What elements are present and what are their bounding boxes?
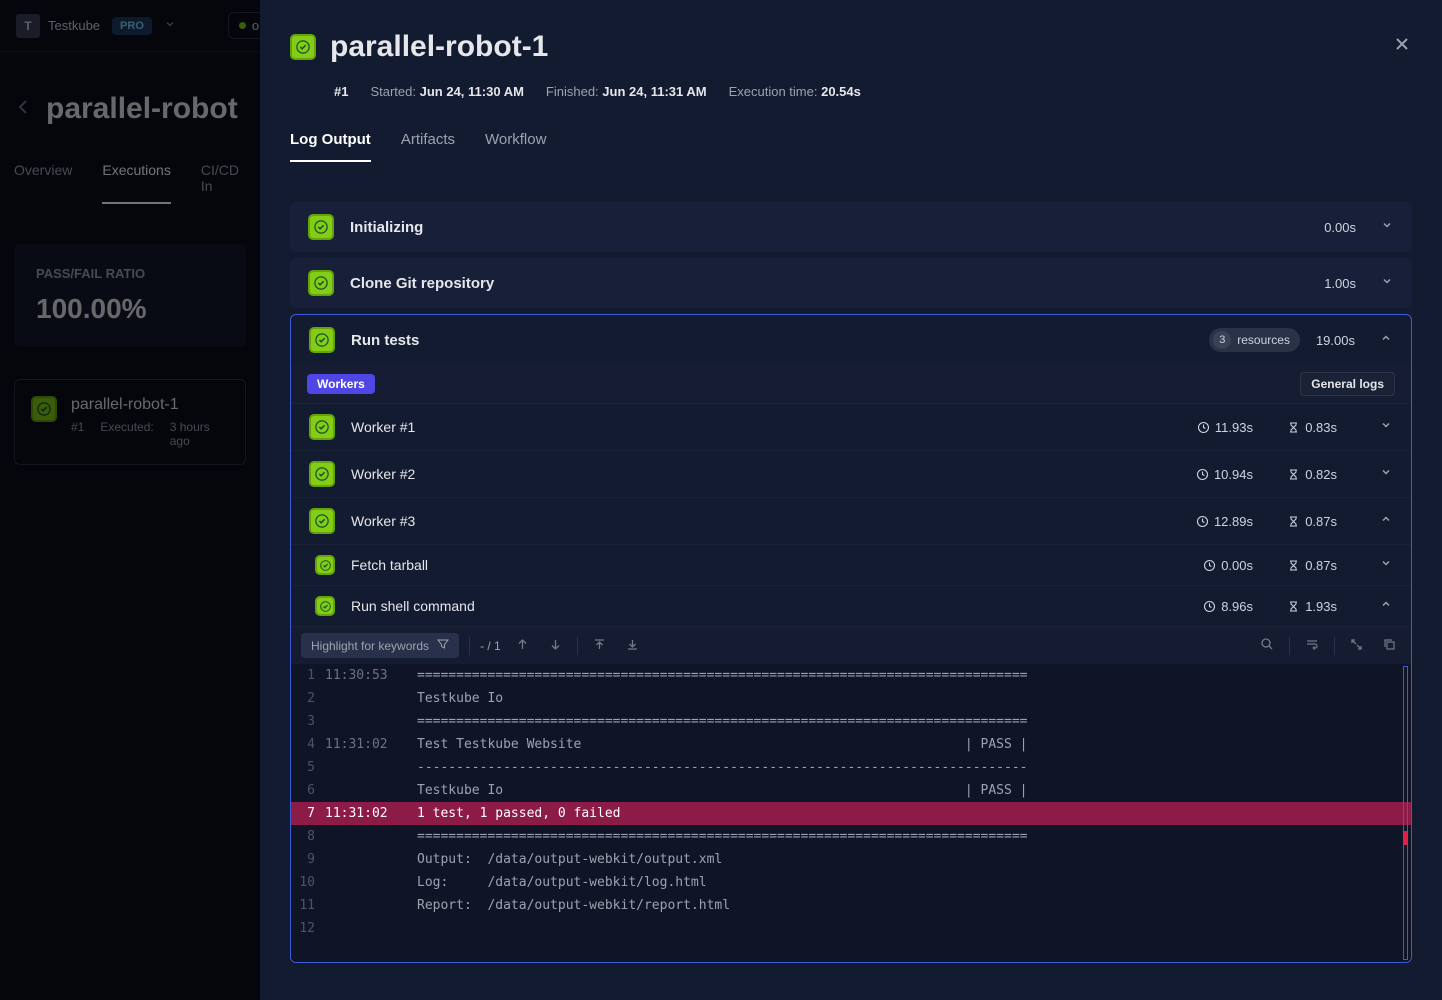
scroll-top-icon[interactable] <box>588 638 611 654</box>
run-time: 11.93s <box>1185 420 1253 435</box>
sub-step-row[interactable]: Fetch tarball 0.00s 0.87s <box>291 544 1411 585</box>
step-name: Clone Git repository <box>350 275 1308 292</box>
tab-log-output[interactable]: Log Output <box>290 131 371 162</box>
wait-time: 0.87s <box>1269 558 1337 573</box>
wait-time: 0.82s <box>1269 467 1337 482</box>
wait-time: 0.83s <box>1269 420 1337 435</box>
wrap-icon[interactable] <box>1300 637 1324 654</box>
success-icon <box>309 327 335 353</box>
worker-row[interactable]: Worker #2 10.94s 0.82s <box>291 450 1411 497</box>
expand-icon[interactable] <box>1345 638 1368 654</box>
execution-id: #1 <box>334 84 348 99</box>
chevron-up-icon <box>1379 331 1393 350</box>
resources-count: 3 <box>1213 331 1231 349</box>
started-label: Started: <box>370 84 416 99</box>
general-logs-pill[interactable]: General logs <box>1300 372 1395 396</box>
filter-icon <box>437 638 449 653</box>
sub-step-name: Fetch tarball <box>351 557 1169 573</box>
success-icon <box>290 34 316 60</box>
scroll-bottom-icon[interactable] <box>621 638 644 654</box>
arrow-down-icon[interactable] <box>544 638 567 654</box>
chevron-down-icon <box>1380 218 1394 237</box>
wait-time: 1.93s <box>1269 599 1337 614</box>
log-line: 8=======================================… <box>291 825 1411 848</box>
tab-artifacts[interactable]: Artifacts <box>401 131 455 162</box>
log-line: 6Testkube Io | PASS | <box>291 779 1411 802</box>
log-line: 411:31:02Test Testkube Website | PASS | <box>291 733 1411 756</box>
worker-row[interactable]: Worker #1 11.93s 0.83s <box>291 403 1411 450</box>
worker-name: Worker #3 <box>351 513 1169 529</box>
tab-workflow[interactable]: Workflow <box>485 131 546 162</box>
run-time: 12.89s <box>1185 514 1253 529</box>
panel-tabs: Log Output Artifacts Workflow <box>290 131 1412 162</box>
log-line: 5---------------------------------------… <box>291 756 1411 779</box>
highlight-placeholder: Highlight for keywords <box>311 639 429 653</box>
search-icon[interactable] <box>1255 637 1279 654</box>
log-line: 11Report: /data/output-webkit/report.htm… <box>291 894 1411 917</box>
highlight-input[interactable]: Highlight for keywords <box>301 633 459 658</box>
step-run-tests-expanded: Run tests 3 resources 19.00s Workers Gen… <box>290 314 1412 963</box>
finished-value: Jun 24, 11:31 AM <box>602 84 706 99</box>
success-icon <box>315 555 335 575</box>
success-icon <box>308 214 334 240</box>
step-name: Initializing <box>350 219 1308 236</box>
step-time: 19.00s <box>1316 333 1355 348</box>
success-icon <box>309 508 335 534</box>
started-value: Jun 24, 11:30 AM <box>420 84 524 99</box>
log-toolbar: Highlight for keywords - / 1 <box>291 626 1411 664</box>
log-line: 9Output: /data/output-webkit/output.xml <box>291 848 1411 871</box>
toggle-icon <box>1353 597 1393 616</box>
log-line: 2Testkube Io <box>291 687 1411 710</box>
success-icon <box>308 270 334 296</box>
log-line: 12 <box>291 917 1411 940</box>
step-initializing[interactable]: Initializing 0.00s <box>290 202 1412 252</box>
toggle-icon <box>1353 465 1393 484</box>
step-name: Run tests <box>351 332 1193 349</box>
exec-time-value: 20.54s <box>821 84 861 99</box>
close-icon[interactable] <box>1392 34 1412 60</box>
arrow-up-icon[interactable] <box>511 638 534 654</box>
step-clone[interactable]: Clone Git repository 1.00s <box>290 258 1412 308</box>
log-minimap[interactable] <box>1403 666 1408 960</box>
log-line: 111:30:53===============================… <box>291 664 1411 687</box>
success-icon <box>315 596 335 616</box>
copy-icon[interactable] <box>1378 638 1401 654</box>
success-icon <box>309 461 335 487</box>
toggle-icon <box>1353 556 1393 575</box>
exec-time-label: Execution time: <box>729 84 818 99</box>
resources-label: resources <box>1237 333 1290 347</box>
workers-bar: Workers General logs <box>291 365 1411 403</box>
log-view: 111:30:53===============================… <box>291 664 1411 962</box>
worker-name: Worker #2 <box>351 466 1169 482</box>
run-time: 10.94s <box>1185 467 1253 482</box>
run-time: 0.00s <box>1185 558 1253 573</box>
worker-name: Worker #1 <box>351 419 1169 435</box>
workers-pill[interactable]: Workers <box>307 374 375 394</box>
success-icon <box>309 414 335 440</box>
wait-time: 0.87s <box>1269 514 1337 529</box>
chevron-down-icon <box>1380 274 1394 293</box>
log-line: 711:31:021 test, 1 passed, 0 failed <box>291 802 1411 825</box>
run-time: 8.96s <box>1185 599 1253 614</box>
toggle-icon <box>1353 512 1393 531</box>
step-time: 1.00s <box>1324 276 1356 291</box>
panel-title: parallel-robot-1 <box>330 30 548 64</box>
finished-label: Finished: <box>546 84 599 99</box>
toggle-icon <box>1353 418 1393 437</box>
execution-panel: parallel-robot-1 #1 Started: Jun 24, 11:… <box>260 0 1442 1000</box>
step-run-tests-header[interactable]: Run tests 3 resources 19.00s <box>291 315 1411 365</box>
step-time: 0.00s <box>1324 220 1356 235</box>
resources-badge: 3 resources <box>1209 328 1300 352</box>
worker-row[interactable]: Worker #3 12.89s 0.87s <box>291 497 1411 544</box>
execution-meta: #1 Started: Jun 24, 11:30 AM Finished: J… <box>334 84 1412 99</box>
log-line: 3=======================================… <box>291 710 1411 733</box>
log-line: 10Log: /data/output-webkit/log.html <box>291 871 1411 894</box>
sub-step-row[interactable]: Run shell command 8.96s 1.93s <box>291 585 1411 626</box>
sub-step-name: Run shell command <box>351 598 1169 614</box>
pager: - / 1 <box>480 639 501 653</box>
